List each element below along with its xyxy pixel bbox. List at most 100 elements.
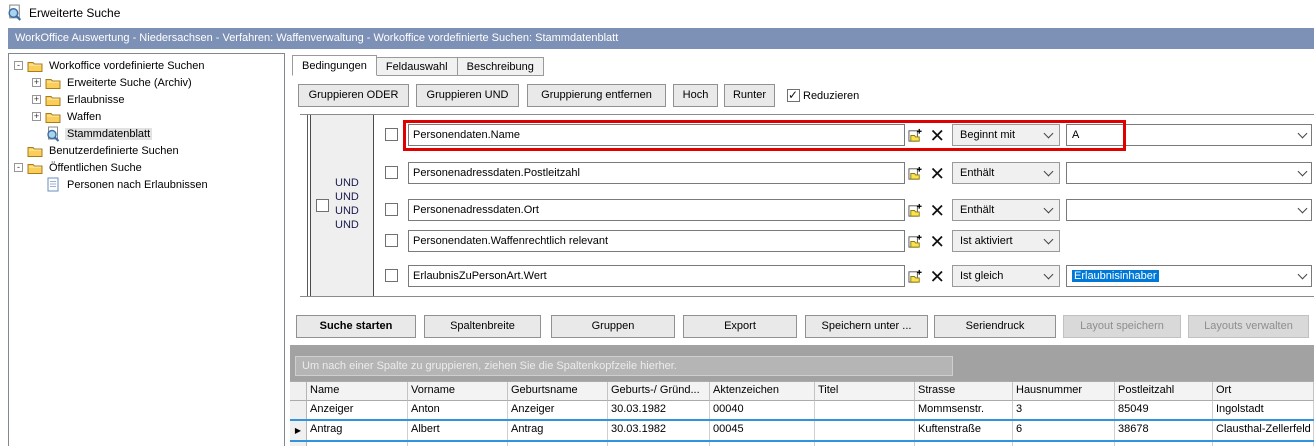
- operator-select[interactable]: Enthält: [952, 162, 1060, 184]
- tree-item-waffen[interactable]: + Waffen: [9, 108, 284, 125]
- table-cell[interactable]: Anzeiger: [307, 401, 408, 421]
- table-cell[interactable]: 30.03.1982: [608, 421, 710, 442]
- delete-condition-icon[interactable]: [927, 126, 946, 144]
- tree-expand-icon[interactable]: +: [32, 95, 41, 104]
- value-combo[interactable]: Erlaubnisinhaber: [1066, 265, 1312, 287]
- table-cell[interactable]: 38678: [1115, 421, 1213, 442]
- tree-expand-icon[interactable]: +: [32, 78, 41, 87]
- delete-condition-icon[interactable]: [927, 164, 946, 182]
- tree-collapse-icon[interactable]: -: [14, 61, 23, 70]
- tab-feldauswahl[interactable]: Feldauswahl: [377, 57, 458, 76]
- value-combo[interactable]: [1066, 162, 1312, 184]
- tree-collapse-icon[interactable]: -: [14, 163, 23, 172]
- layouts-verwalten-button: Layouts verwalten: [1188, 315, 1309, 338]
- table-cell[interactable]: Antrag: [307, 421, 408, 442]
- folder-icon: [27, 144, 43, 158]
- seriendruck-button[interactable]: Seriendruck: [934, 315, 1056, 338]
- table-cell[interactable]: [815, 401, 915, 421]
- column-header-vorname[interactable]: Vorname: [408, 382, 508, 401]
- operator-select[interactable]: Enthält: [952, 199, 1060, 221]
- value-combo[interactable]: [1066, 199, 1312, 221]
- add-condition-icon[interactable]: [906, 126, 925, 144]
- condition-field-input[interactable]: [408, 199, 905, 221]
- column-header-postleitzahl[interactable]: Postleitzahl: [1115, 382, 1213, 401]
- table-cell[interactable]: Mommsenstr.: [915, 401, 1013, 421]
- gruppen-button[interactable]: Gruppen: [551, 315, 675, 338]
- add-condition-icon[interactable]: [906, 201, 925, 219]
- column-header-geburtsname[interactable]: Geburtsname: [508, 382, 608, 401]
- table-cell[interactable]: 00040: [710, 401, 815, 421]
- delete-condition-icon[interactable]: [927, 267, 946, 285]
- table-cell[interactable]: 85049: [1115, 401, 1213, 421]
- gruppieren-und-button[interactable]: Gruppieren UND: [416, 84, 519, 107]
- results-table: Name Vorname Geburtsname Geburts-/ Gründ…: [290, 381, 1314, 446]
- add-condition-icon[interactable]: [906, 164, 925, 182]
- table-cell[interactable]: Albert: [408, 421, 508, 442]
- runter-button[interactable]: Runter: [724, 84, 775, 107]
- column-header-ort[interactable]: Ort: [1213, 382, 1314, 401]
- spaltenbreite-button[interactable]: Spaltenbreite: [424, 315, 541, 338]
- hoch-button[interactable]: Hoch: [673, 84, 718, 107]
- search-tree-panel: - Workoffice vordefinierte Suchen + Erwe…: [8, 53, 285, 446]
- current-row-indicator[interactable]: ▶: [290, 421, 307, 442]
- column-header-aktenzeichen[interactable]: Aktenzeichen: [710, 382, 815, 401]
- tree-item-label: Öffentlichen Suche: [47, 162, 144, 174]
- gruppieren-oder-button[interactable]: Gruppieren ODER: [298, 84, 409, 107]
- export-button[interactable]: Export: [683, 315, 797, 338]
- column-header-name[interactable]: Name: [307, 382, 408, 401]
- condition-field-input[interactable]: [408, 265, 905, 287]
- condition-checkbox[interactable]: [385, 269, 398, 282]
- condition-row: Beginnt mit A: [300, 124, 1314, 146]
- tree-item-benutzerdefinierte-suchen[interactable]: Benutzerdefinierte Suchen: [9, 142, 284, 159]
- chevron-down-icon: [1298, 270, 1308, 280]
- table-cell[interactable]: Kuftenstraße: [915, 421, 1013, 442]
- condition-checkbox[interactable]: [385, 166, 398, 179]
- delete-condition-icon[interactable]: [927, 201, 946, 219]
- tree-item-oeffentlichen-suche[interactable]: - Öffentlichen Suche: [9, 159, 284, 176]
- tree-item-erweiterte-suche-archiv[interactable]: + Erweiterte Suche (Archiv): [9, 74, 284, 91]
- tree-item-stammdatenblatt[interactable]: Stammdatenblatt: [9, 125, 284, 142]
- delete-condition-icon[interactable]: [927, 232, 946, 250]
- tree-item-erlaubnisse[interactable]: + Erlaubnisse: [9, 91, 284, 108]
- value-combo[interactable]: A: [1066, 124, 1312, 146]
- add-condition-icon[interactable]: [906, 232, 925, 250]
- row-selector-cell[interactable]: [290, 401, 307, 421]
- column-header-titel[interactable]: Titel: [815, 382, 915, 401]
- tree-item-personen-nach-erlaubnissen[interactable]: Personen nach Erlaubnissen: [9, 176, 284, 193]
- condition-checkbox[interactable]: [385, 203, 398, 216]
- folder-icon: [27, 59, 43, 73]
- column-header-strasse[interactable]: Strasse: [915, 382, 1013, 401]
- table-cell[interactable]: 6: [1013, 421, 1115, 442]
- operator-select[interactable]: Beginnt mit: [952, 124, 1060, 146]
- column-header-geburtsdatum[interactable]: Geburts-/ Gründ...: [608, 382, 710, 401]
- speichern-unter-button[interactable]: Speichern unter ...: [805, 315, 928, 338]
- table-cell[interactable]: Ingolstadt: [1213, 401, 1314, 421]
- table-cell[interactable]: Clausthal-Zellerfeld: [1213, 421, 1314, 442]
- table-cell[interactable]: 30.03.1982: [608, 401, 710, 421]
- condition-checkbox[interactable]: [385, 128, 398, 141]
- table-cell[interactable]: Antrag: [508, 421, 608, 442]
- reduzieren-checkbox[interactable]: [787, 89, 800, 102]
- table-cell[interactable]: Anton: [408, 401, 508, 421]
- column-header-hausnummer[interactable]: Hausnummer: [1013, 382, 1115, 401]
- suche-starten-button[interactable]: Suche starten: [296, 315, 416, 338]
- chevron-down-icon: [1044, 204, 1054, 214]
- table-cell[interactable]: [815, 421, 915, 442]
- operator-select[interactable]: Ist gleich: [952, 265, 1060, 287]
- tree-expand-icon[interactable]: +: [32, 112, 41, 121]
- add-condition-icon[interactable]: [906, 267, 925, 285]
- condition-field-input[interactable]: [408, 230, 905, 252]
- tab-strip: Bedingungen Feldauswahl Beschreibung: [292, 55, 544, 76]
- group-by-panel[interactable]: Um nach einer Spalte zu gruppieren, zieh…: [290, 345, 1314, 381]
- table-cell[interactable]: 00045: [710, 421, 815, 442]
- condition-checkbox[interactable]: [385, 234, 398, 247]
- condition-field-input[interactable]: [408, 162, 905, 184]
- tab-beschreibung[interactable]: Beschreibung: [458, 57, 544, 76]
- gruppierung-entfernen-button[interactable]: Gruppierung entfernen: [527, 84, 666, 107]
- condition-field-input[interactable]: [408, 124, 905, 146]
- operator-select[interactable]: Ist aktiviert: [952, 230, 1060, 252]
- table-cell[interactable]: Anzeiger: [508, 401, 608, 421]
- tree-item-workoffice-vordefinierte-suchen[interactable]: - Workoffice vordefinierte Suchen: [9, 57, 284, 74]
- table-cell[interactable]: 3: [1013, 401, 1115, 421]
- tab-bedingungen[interactable]: Bedingungen: [292, 55, 377, 76]
